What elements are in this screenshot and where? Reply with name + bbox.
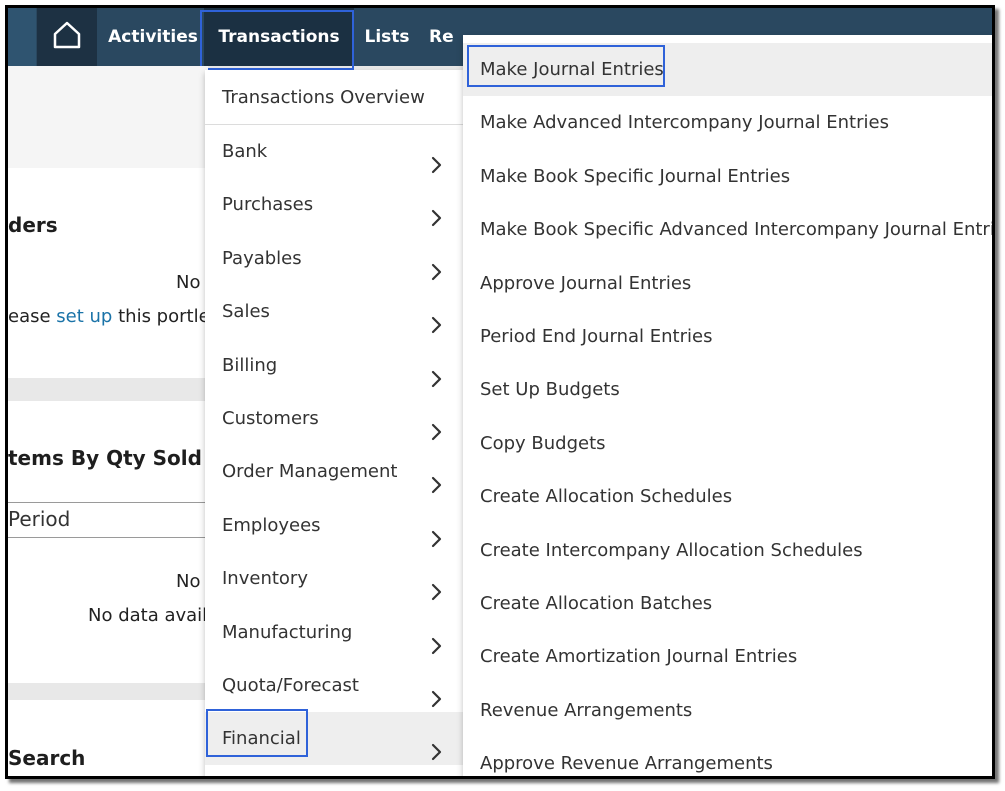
submenu-item-make-advanced-intercompany-journal-entries[interactable]: Make Advanced Intercompany Journal Entri… [463, 96, 992, 149]
submenu-item-set-up-budgets[interactable]: Set Up Budgets [463, 363, 992, 416]
home-button[interactable] [37, 8, 97, 66]
chevron-right-icon [429, 195, 443, 227]
menu-item-label: Order Management [222, 461, 398, 483]
menu-item-label: Inventory [222, 568, 308, 590]
setup-prefix: ease [8, 306, 51, 327]
menu-item-label: Bank [222, 141, 268, 162]
chevron-right-icon [429, 676, 443, 708]
chevron-right-icon [429, 302, 443, 334]
chevron-right-icon [429, 249, 443, 280]
home-icon [52, 21, 82, 53]
period-select[interactable]: Period [8, 502, 208, 538]
transactions-menu: Transactions Overview Bank Purchases Payab… [205, 70, 463, 776]
submenu-item-period-end-journal-entries[interactable]: Period End Journal Entries [463, 310, 992, 363]
menu-item-inventory[interactable]: Inventory [205, 552, 463, 605]
highlight-make-journal-entries [467, 45, 665, 87]
menu-item-label: Sales [222, 301, 270, 323]
chevron-right-icon [429, 356, 443, 387]
menu-item-label: Customers [222, 408, 319, 429]
search-title: Search [8, 746, 86, 770]
chevron-right-icon [429, 516, 443, 547]
menu-item-order-management[interactable]: Order Management [205, 445, 463, 498]
chevron-right-icon [429, 462, 443, 494]
submenu-item-approve-revenue-arrangements[interactable]: Approve Revenue Arrangements [463, 737, 992, 776]
submenu-item-create-intercompany-allocation-schedules[interactable]: Create Intercompany Allocation Schedules [463, 524, 992, 577]
menu-item-sales[interactable]: Sales [205, 285, 463, 338]
top-items-portlet [8, 401, 208, 683]
menu-item-customers[interactable]: Customers [205, 392, 463, 445]
submenu-item-create-amortization-journal-entries[interactable]: Create Amortization Journal Entries [463, 630, 992, 683]
setup-message: ease set up this portlet b [8, 306, 234, 327]
no-data-text: No data availa [88, 605, 219, 626]
submenu-item-create-allocation-schedules[interactable]: Create Allocation Schedules [463, 470, 992, 523]
menu-item-payables[interactable]: Payables [205, 232, 463, 285]
chevron-right-icon [429, 729, 443, 761]
highlight-transactions [200, 10, 354, 70]
menu-item-transactions-overview[interactable]: Transactions Overview [205, 70, 463, 125]
menu-item-bank[interactable]: Bank [205, 125, 463, 178]
no-reminders-text: No [176, 272, 201, 293]
menu-item-label: Billing [222, 354, 278, 376]
top-items-title: tems By Qty Sold [8, 446, 202, 470]
chevron-right-icon [429, 623, 443, 654]
menu-item-purchases[interactable]: Purchases [205, 178, 463, 231]
financial-submenu: Make Journal Entries Make Advanced Interc… [463, 35, 992, 776]
menu-item-label: Employees [222, 514, 321, 536]
menu-item-label: Quota/Forecast [222, 675, 359, 696]
dashboard-header-area [8, 66, 208, 168]
submenu-item-create-allocation-batches[interactable]: Create Allocation Batches [463, 577, 992, 630]
menu-item-manufacturing[interactable]: Manufacturing [205, 606, 463, 659]
nav-activities[interactable]: Activities [106, 8, 200, 66]
menu-item-billing[interactable]: Billing [205, 339, 463, 392]
app-window: Activities Transactions Lists Re ders No… [5, 5, 995, 779]
nav-lists[interactable]: Lists [360, 8, 414, 66]
submenu-item-make-book-specific-journal-entries[interactable]: Make Book Specific Journal Entries [463, 150, 992, 203]
chevron-right-icon [429, 409, 443, 441]
chevron-right-icon [429, 142, 443, 174]
chevron-right-icon [429, 569, 443, 601]
no-items-text: No [176, 571, 201, 592]
menu-item-employees[interactable]: Employees [205, 499, 463, 552]
menu-item-label: Purchases [222, 194, 314, 216]
menu-item-label: Manufacturing [222, 621, 353, 643]
menu-item-quota-forecast[interactable]: Quota/Forecast [205, 659, 463, 712]
submenu-item-approve-journal-entries[interactable]: Approve Journal Entries [463, 257, 992, 310]
submenu-item-copy-budgets[interactable]: Copy Budgets [463, 417, 992, 470]
nav-left-strip [8, 8, 36, 66]
submenu-item-revenue-arrangements[interactable]: Revenue Arrangements [463, 684, 992, 737]
menu-item-label: Payables [222, 247, 302, 269]
highlight-financial [206, 709, 308, 757]
reminders-title: ders [8, 213, 58, 237]
period-select-value: Period [8, 507, 71, 531]
setup-link[interactable]: set up [56, 306, 112, 327]
submenu-item-make-book-specific-advanced-intercompany-journal-entries[interactable]: Make Book Specific Advanced Intercompany… [463, 203, 992, 256]
